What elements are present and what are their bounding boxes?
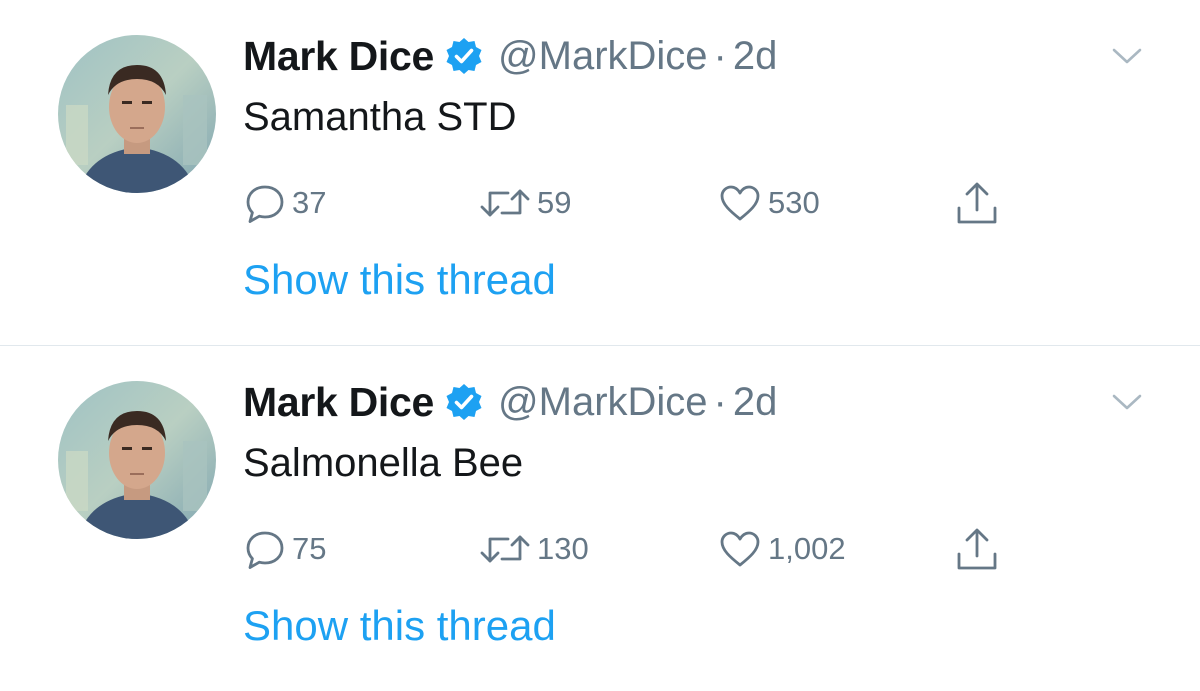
tweet-header: Mark Dice @MarkDice · 2d <box>243 28 777 84</box>
verified-badge-icon <box>444 36 484 76</box>
tweet[interactable]: Mark Dice @MarkDice · 2d Salmonella Bee … <box>0 346 1200 691</box>
retweet-button[interactable]: 130 <box>479 524 589 574</box>
show-thread-link[interactable]: Show this thread <box>243 256 556 304</box>
separator-dot: · <box>713 33 727 78</box>
share-button[interactable] <box>953 178 1001 228</box>
timestamp[interactable]: 2d <box>733 380 778 425</box>
show-thread-link[interactable]: Show this thread <box>243 602 556 650</box>
heart-icon <box>720 531 760 567</box>
avatar-photo <box>58 381 216 539</box>
tweet-text: Salmonella Bee <box>243 441 524 485</box>
chevron-down-icon[interactable] <box>1111 392 1143 412</box>
reply-count: 75 <box>292 531 327 566</box>
like-count: 530 <box>768 185 820 220</box>
tweet-header: Mark Dice @MarkDice · 2d <box>243 374 777 430</box>
reply-button[interactable]: 75 <box>244 524 326 574</box>
timestamp[interactable]: 2d <box>733 34 778 79</box>
retweet-count: 59 <box>537 185 572 220</box>
avatar[interactable] <box>58 35 216 193</box>
share-button[interactable] <box>953 524 1001 574</box>
heart-icon <box>720 185 760 221</box>
like-button[interactable]: 1,002 <box>718 524 846 574</box>
retweet-count: 130 <box>537 531 589 566</box>
tweet-text: Samantha STD <box>243 95 517 139</box>
share-icon <box>957 528 997 570</box>
reply-count: 37 <box>292 185 327 220</box>
user-handle[interactable]: @MarkDice <box>498 34 708 79</box>
user-handle[interactable]: @MarkDice <box>498 380 708 425</box>
share-icon <box>957 182 997 224</box>
avatar-photo <box>58 35 216 193</box>
retweet-button[interactable]: 59 <box>479 178 571 228</box>
separator-dot: · <box>713 379 727 424</box>
display-name[interactable]: Mark Dice <box>243 33 434 80</box>
like-count: 1,002 <box>768 531 846 566</box>
verified-badge-icon <box>444 382 484 422</box>
retweet-icon <box>480 535 530 563</box>
display-name[interactable]: Mark Dice <box>243 379 434 426</box>
reply-icon <box>246 185 284 223</box>
reply-button[interactable]: 37 <box>244 178 326 228</box>
retweet-icon <box>480 189 530 217</box>
like-button[interactable]: 530 <box>718 178 820 228</box>
reply-icon <box>246 531 284 569</box>
avatar[interactable] <box>58 381 216 539</box>
chevron-down-icon[interactable] <box>1111 46 1143 66</box>
tweet[interactable]: Mark Dice @MarkDice · 2d Samantha STD 37… <box>0 0 1200 345</box>
